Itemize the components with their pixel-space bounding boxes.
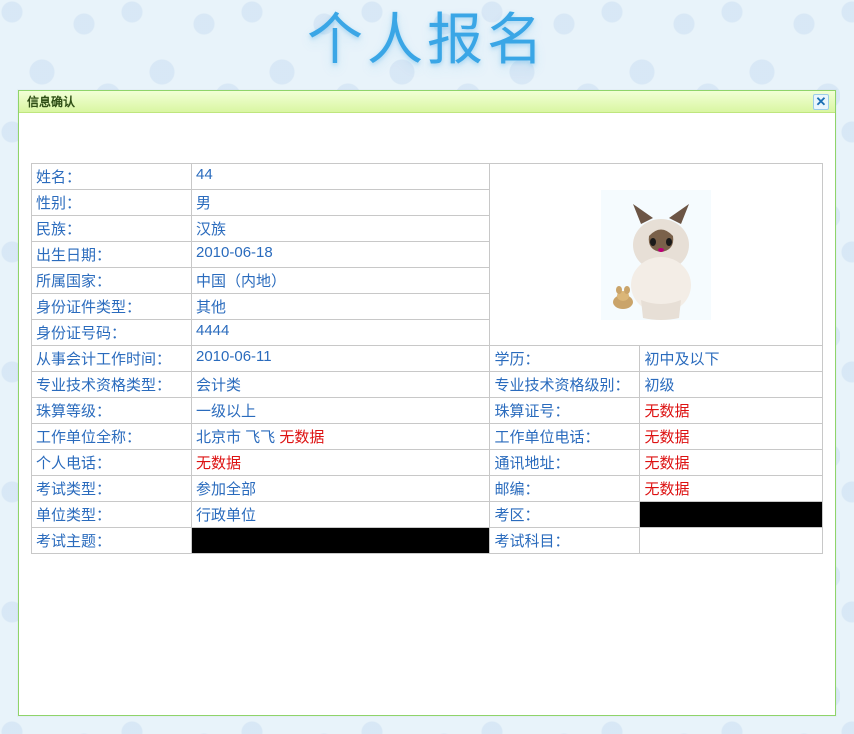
edu-value: 初中及以下 bbox=[640, 346, 823, 372]
abacuscert-label: 珠算证号： bbox=[490, 398, 640, 424]
birth-label: 出生日期： bbox=[32, 242, 192, 268]
unittel-label: 工作单位电话： bbox=[490, 424, 640, 450]
unit-value: 北京市 飞飞 无数据 bbox=[192, 424, 490, 450]
page-title: 个人报名 bbox=[0, 0, 854, 82]
post-label: 邮编： bbox=[490, 476, 640, 502]
subject-value bbox=[640, 528, 823, 554]
unit-label: 工作单位全称： bbox=[32, 424, 192, 450]
area-value bbox=[640, 502, 823, 528]
unittype-label: 单位类型： bbox=[32, 502, 192, 528]
edu-label: 学历： bbox=[490, 346, 640, 372]
idtype-label: 身份证件类型： bbox=[32, 294, 192, 320]
area-label: 考区： bbox=[490, 502, 640, 528]
table-row: 单位类型： 行政单位 考区： bbox=[32, 502, 823, 528]
personaltel-value: 无数据 bbox=[192, 450, 490, 476]
country-value: 中国（内地） bbox=[192, 268, 490, 294]
quallevel-label: 专业技术资格级别： bbox=[490, 372, 640, 398]
idnum-value: 4444 bbox=[192, 320, 490, 346]
name-value: 44 bbox=[192, 164, 490, 190]
topic-value bbox=[192, 528, 490, 554]
unit-prefix: 北京市 飞飞 bbox=[196, 429, 275, 446]
confirm-panel: 信息确认 ✕ 姓名： 44 bbox=[18, 90, 836, 716]
unittel-value: 无数据 bbox=[640, 424, 823, 450]
addr-label: 通讯地址： bbox=[490, 450, 640, 476]
ethnic-value: 汉族 bbox=[192, 216, 490, 242]
country-label: 所属国家： bbox=[32, 268, 192, 294]
subject-label: 考试科目： bbox=[490, 528, 640, 554]
worktime-label: 从事会计工作时间： bbox=[32, 346, 192, 372]
qualtype-value: 会计类 bbox=[192, 372, 490, 398]
abacus-label: 珠算等级： bbox=[32, 398, 192, 424]
table-row: 个人电话： 无数据 通讯地址： 无数据 bbox=[32, 450, 823, 476]
name-label: 姓名： bbox=[32, 164, 192, 190]
table-row: 从事会计工作时间： 2010-06-11 学历： 初中及以下 bbox=[32, 346, 823, 372]
topic-label: 考试主题： bbox=[32, 528, 192, 554]
post-value: 无数据 bbox=[640, 476, 823, 502]
photo-icon bbox=[601, 190, 711, 320]
table-row: 工作单位全称： 北京市 飞飞 无数据 工作单位电话： 无数据 bbox=[32, 424, 823, 450]
idnum-label: 身份证号码： bbox=[32, 320, 192, 346]
worktime-value: 2010-06-11 bbox=[192, 346, 490, 372]
panel-header: 信息确认 ✕ bbox=[19, 91, 835, 113]
table-row: 珠算等级： 一级以上 珠算证号： 无数据 bbox=[32, 398, 823, 424]
unit-nodata: 无数据 bbox=[279, 429, 324, 446]
table-row: 考试类型： 参加全部 邮编： 无数据 bbox=[32, 476, 823, 502]
close-icon[interactable]: ✕ bbox=[813, 94, 829, 110]
info-table: 姓名： 44 bbox=[31, 163, 823, 554]
table-row: 姓名： 44 bbox=[32, 164, 823, 190]
idtype-value: 其他 bbox=[192, 294, 490, 320]
table-row: 专业技术资格类型： 会计类 专业技术资格级别： 初级 bbox=[32, 372, 823, 398]
ethnic-label: 民族： bbox=[32, 216, 192, 242]
birth-value: 2010-06-18 bbox=[192, 242, 490, 268]
unittype-value: 行政单位 bbox=[192, 502, 490, 528]
personaltel-label: 个人电话： bbox=[32, 450, 192, 476]
panel-title: 信息确认 bbox=[27, 93, 75, 110]
examtype-label: 考试类型： bbox=[32, 476, 192, 502]
gender-value: 男 bbox=[192, 190, 490, 216]
panel-body: 姓名： 44 bbox=[19, 113, 835, 566]
qualtype-label: 专业技术资格类型： bbox=[32, 372, 192, 398]
photo-cell bbox=[490, 164, 823, 346]
abacuscert-value: 无数据 bbox=[640, 398, 823, 424]
table-row: 考试主题： 考试科目： bbox=[32, 528, 823, 554]
gender-label: 性别： bbox=[32, 190, 192, 216]
addr-value: 无数据 bbox=[640, 450, 823, 476]
quallevel-value: 初级 bbox=[640, 372, 823, 398]
abacus-value: 一级以上 bbox=[192, 398, 490, 424]
examtype-value: 参加全部 bbox=[192, 476, 490, 502]
